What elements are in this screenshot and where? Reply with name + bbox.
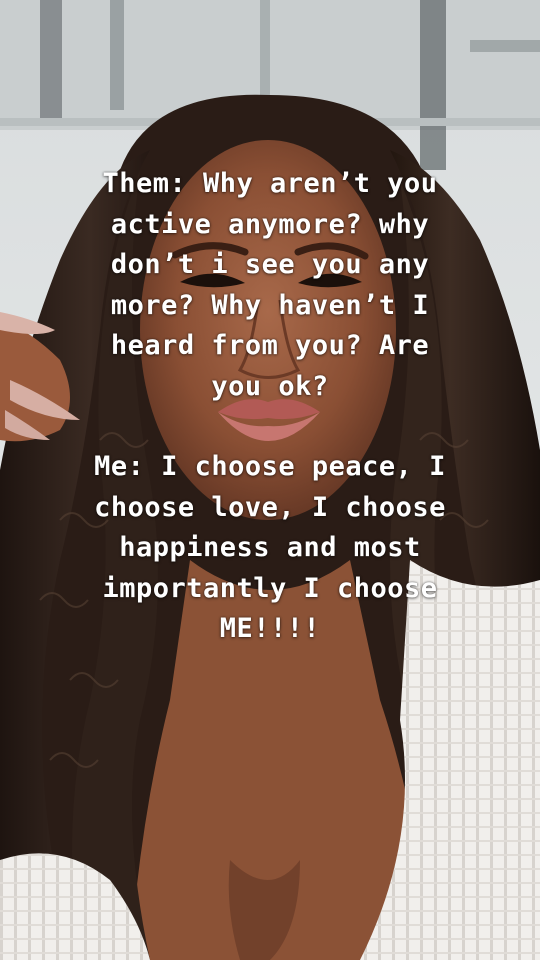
caption-line: more? Why haven’t I <box>110 289 430 321</box>
caption-line: ME!!!! <box>219 613 321 644</box>
caption-line: importantly I choose <box>102 572 438 604</box>
caption-line: Them: Why aren’t you <box>102 168 438 199</box>
caption-line: heard from you? Are <box>110 330 430 361</box>
caption-line: choose love, I choose <box>94 491 446 523</box>
caption-me: Me: I choose peace, I choose love, I cho… <box>20 447 520 650</box>
caption-line: Me: I choose peace, I <box>94 451 446 482</box>
caption-line: active anymore? why <box>110 208 430 240</box>
story-frame: Them: Why aren’t you active anymore? why… <box>0 0 540 960</box>
caption-line: don’t i see you any <box>110 249 430 280</box>
caption-line: you ok? <box>211 370 329 402</box>
caption-them: Them: Why aren’t you active anymore? why… <box>20 164 520 407</box>
caption-line: happiness and most <box>119 532 421 563</box>
